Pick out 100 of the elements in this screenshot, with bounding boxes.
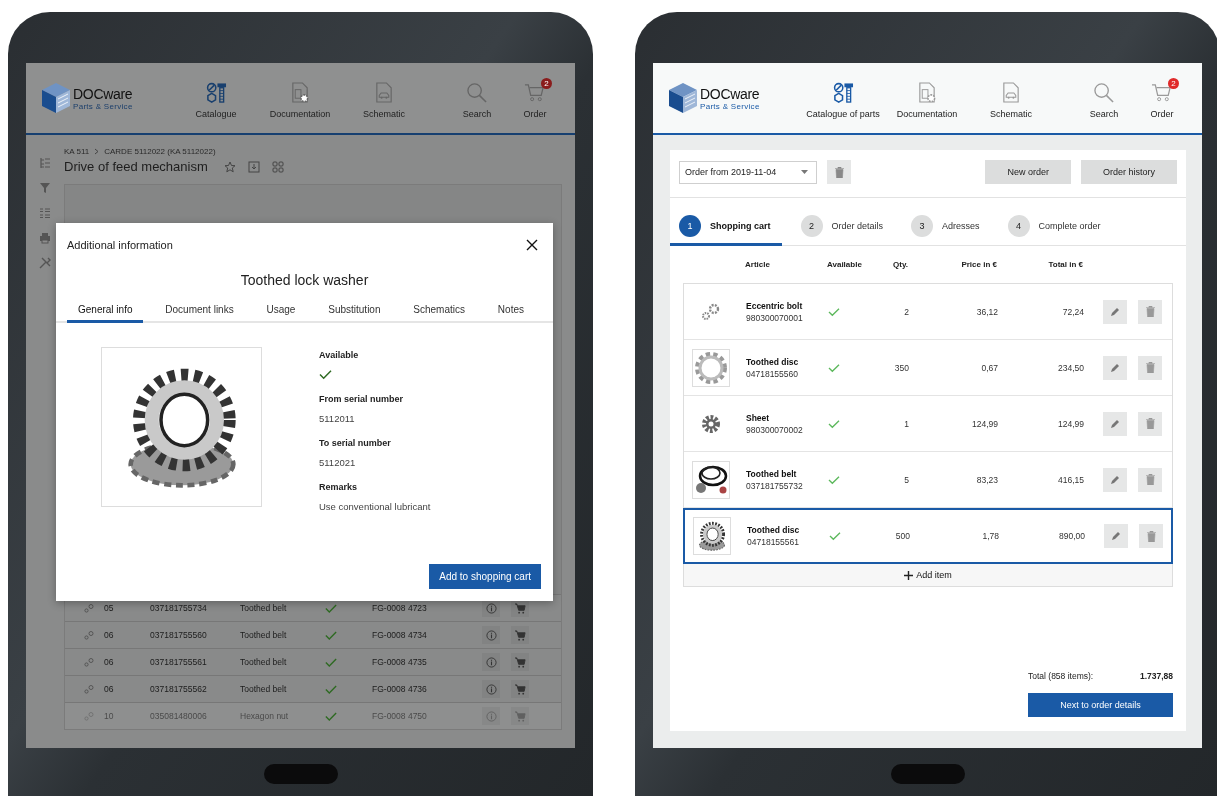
cart-item-row[interactable]: Toothed disc 04718155561 500 1,78 890,00 bbox=[683, 508, 1173, 564]
info-icon bbox=[485, 683, 497, 695]
tab[interactable]: Substitution bbox=[317, 302, 392, 323]
nav-item[interactable]: Catalogue bbox=[174, 63, 258, 133]
quantity: 1 bbox=[903, 418, 909, 429]
position-number: 06 bbox=[104, 657, 115, 667]
delete-button[interactable] bbox=[1138, 411, 1162, 436]
tab[interactable]: Document links bbox=[154, 302, 245, 323]
printer-icon bbox=[39, 232, 51, 244]
delete-button[interactable] bbox=[1138, 355, 1162, 380]
part-name: Toothed belt bbox=[240, 657, 288, 667]
nav-item[interactable]: 2 Order bbox=[512, 63, 558, 133]
grid-icon[interactable] bbox=[271, 160, 284, 173]
quantity: 500 bbox=[894, 531, 910, 541]
tools-icon bbox=[39, 257, 51, 269]
order-select[interactable]: Order from 2019-11-04 bbox=[679, 160, 817, 184]
star-icon[interactable] bbox=[223, 160, 236, 173]
nav-item[interactable]: Search bbox=[442, 63, 512, 133]
column-header: Total in € bbox=[1047, 260, 1083, 269]
part-reference: FG-0008 4734 bbox=[372, 630, 428, 640]
nav-item[interactable]: Catalogue of parts bbox=[801, 63, 885, 133]
article-number: 04718155560 bbox=[746, 368, 799, 379]
dropdown-caret-icon bbox=[801, 170, 808, 174]
field-label: From serial number bbox=[319, 394, 405, 404]
step-tab[interactable]: 1 Shopping cart bbox=[670, 215, 782, 246]
add-to-cart-button[interactable]: Add to shopping cart bbox=[429, 564, 541, 589]
column-header: Qty. bbox=[892, 260, 908, 269]
step-tab[interactable]: 4 Complete order bbox=[998, 215, 1110, 246]
delete-button[interactable] bbox=[1138, 299, 1162, 324]
edit-button[interactable] bbox=[1103, 355, 1127, 380]
step-label: Complete order bbox=[1038, 221, 1101, 231]
trash-icon bbox=[834, 166, 844, 178]
edit-button[interactable] bbox=[1103, 467, 1127, 492]
action-button[interactable]: Order history bbox=[1081, 160, 1177, 184]
cart-icon bbox=[514, 683, 526, 695]
step-tab[interactable]: 2 Order details bbox=[791, 215, 893, 246]
quantity: 5 bbox=[903, 474, 909, 485]
article-name: Toothed belt bbox=[746, 468, 798, 479]
step-number: 2 bbox=[800, 215, 823, 237]
article-name: Toothed disc bbox=[746, 356, 800, 367]
nav-item[interactable]: Documentation bbox=[885, 63, 969, 133]
article-number: 980300070001 bbox=[746, 312, 804, 323]
field-value: Use conventional lubricant bbox=[319, 501, 431, 512]
delete-button[interactable] bbox=[1138, 467, 1162, 492]
delete-button[interactable] bbox=[827, 160, 851, 184]
cart-item-row[interactable]: Sheet 980300070002 1 124,99 124,99 bbox=[684, 396, 1172, 452]
position-number: 06 bbox=[104, 684, 115, 694]
download-icon[interactable] bbox=[247, 160, 260, 173]
add-item-button[interactable]: Add item bbox=[684, 564, 1172, 586]
action-button[interactable]: New order bbox=[985, 160, 1071, 184]
line-total: 72,24 bbox=[1061, 306, 1084, 317]
item-heading: Toothed lock washer bbox=[239, 272, 370, 288]
part-number: 037181755560 bbox=[150, 630, 208, 640]
part-reference: FG-0008 4723 bbox=[372, 603, 428, 613]
tab[interactable]: Usage bbox=[255, 302, 307, 323]
cart-item-row[interactable]: Eccentric bolt 980300070001 2 36,12 72,24 bbox=[684, 284, 1172, 340]
step-tab[interactable]: 3 Adresses bbox=[902, 215, 989, 246]
toothed-disc-drawing bbox=[693, 349, 729, 386]
tab[interactable]: Schematics bbox=[402, 302, 476, 323]
part-reference: FG-0008 4736 bbox=[372, 684, 428, 694]
delete-button[interactable] bbox=[1139, 524, 1163, 548]
article-number: 04718155561 bbox=[747, 537, 800, 547]
count-badge: 2 bbox=[541, 77, 552, 89]
edit-button[interactable] bbox=[1103, 299, 1127, 324]
part-reference: FG-0008 4750 bbox=[372, 711, 428, 721]
cart-item-row[interactable]: Toothed disc 04718155560 350 0,67 234,50 bbox=[684, 340, 1172, 396]
cart-item-row[interactable]: Toothed belt 037181755732 5 83,23 416,15 bbox=[684, 452, 1172, 508]
column-header: Available bbox=[827, 260, 863, 269]
tab[interactable]: Notes bbox=[486, 302, 535, 323]
cart-icon bbox=[514, 656, 526, 668]
pencil-icon bbox=[1110, 418, 1120, 429]
article-name: Sheet bbox=[746, 412, 771, 423]
nav-item[interactable]: Schematic bbox=[969, 63, 1053, 133]
nav-item[interactable]: 2 Order bbox=[1139, 63, 1185, 133]
step-label: Shopping cart bbox=[710, 221, 771, 231]
line-total: 234,50 bbox=[1057, 362, 1084, 373]
info-icon bbox=[485, 602, 497, 614]
edit-button[interactable] bbox=[1104, 524, 1128, 548]
plus-icon bbox=[904, 570, 914, 580]
count-badge: 2 bbox=[1168, 77, 1179, 89]
tree-icon bbox=[39, 157, 51, 169]
position-number: 10 bbox=[104, 711, 115, 721]
column-header: Article bbox=[744, 260, 771, 269]
part-number: 035081480006 bbox=[150, 711, 208, 721]
nav-item[interactable]: Search bbox=[1069, 63, 1139, 133]
trash-icon bbox=[1145, 306, 1155, 317]
article-name: Eccentric bolt bbox=[746, 300, 804, 311]
breadcrumb-link[interactable]: CARDE 5112022 (KA 5112022) bbox=[104, 147, 216, 156]
trash-icon bbox=[1145, 474, 1155, 485]
nav-item[interactable]: Documentation bbox=[258, 63, 342, 133]
edit-button[interactable] bbox=[1103, 411, 1127, 436]
tab[interactable]: General info bbox=[67, 302, 144, 323]
cart-icon bbox=[514, 629, 526, 641]
total-label: Total (858 items): bbox=[1028, 671, 1094, 681]
next-button[interactable]: Next to order details bbox=[1028, 693, 1173, 717]
nav-item[interactable]: Schematic bbox=[342, 63, 426, 133]
cart-icon bbox=[514, 602, 526, 614]
cart-icon bbox=[514, 710, 526, 722]
close-button[interactable] bbox=[525, 238, 539, 252]
breadcrumb-link[interactable]: KA 511 bbox=[64, 147, 90, 156]
